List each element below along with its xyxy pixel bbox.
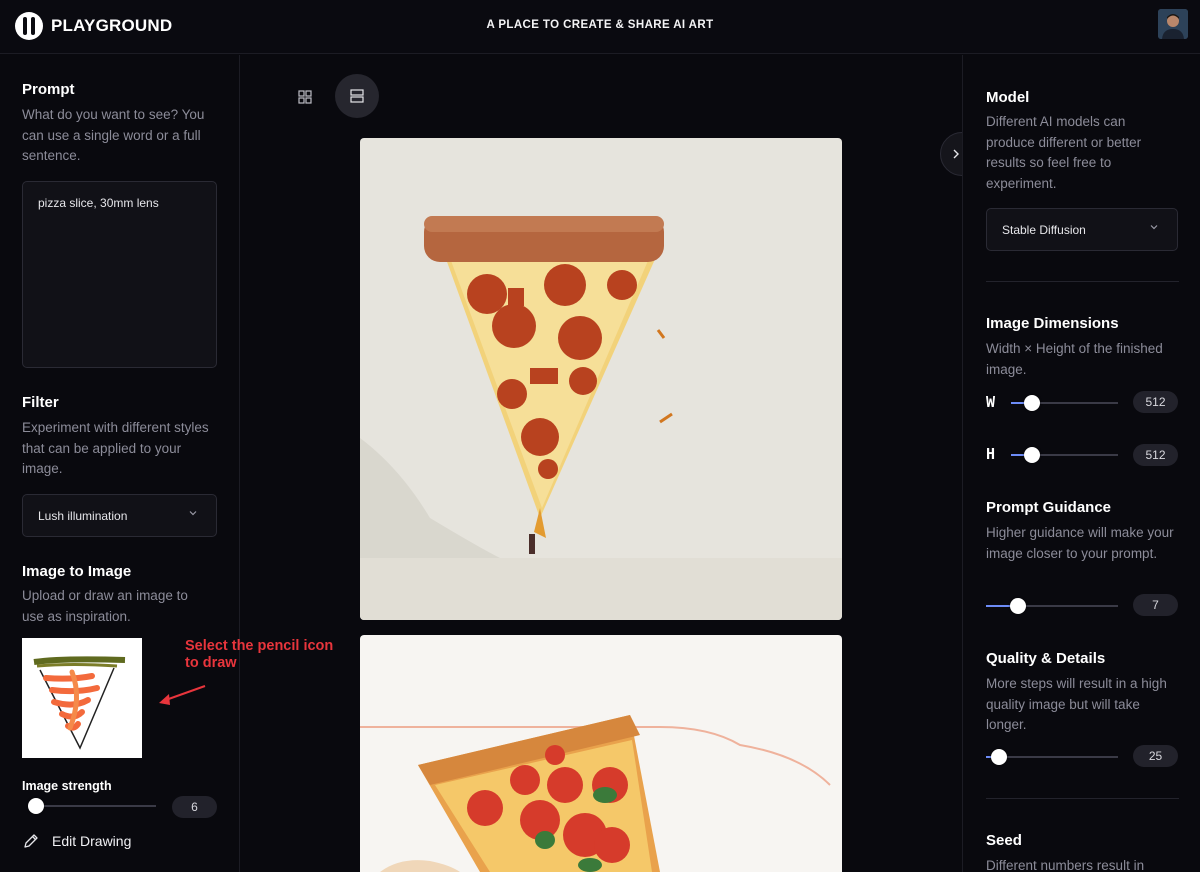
pizza-image-icon xyxy=(360,138,842,620)
prompt-title: Prompt xyxy=(22,81,75,98)
height-value[interactable]: 512 xyxy=(1133,444,1178,466)
quality-slider[interactable] xyxy=(986,749,1118,765)
edit-drawing-button[interactable]: Edit Drawing xyxy=(22,832,131,850)
right-settings-panel: Model Different AI models can produce di… xyxy=(962,55,1200,872)
generated-image-2[interactable] xyxy=(360,635,842,872)
model-title: Model xyxy=(986,89,1030,106)
pizza-sketch-icon xyxy=(33,656,126,750)
section-divider xyxy=(986,798,1179,799)
quality-description: More steps will result in a high quality… xyxy=(986,676,1167,732)
slider-handle[interactable] xyxy=(28,798,45,814)
quality-value[interactable]: 25 xyxy=(1133,745,1178,767)
drawing-thumbnail[interactable] xyxy=(22,638,142,758)
left-settings-panel: Prompt What do you want to see? You can … xyxy=(0,55,333,872)
image-strength-slider[interactable] xyxy=(28,798,156,814)
edit-drawing-label: Edit Drawing xyxy=(52,833,132,849)
filter-selected-value: Lush illumination xyxy=(38,509,128,523)
guidance-description: Higher guidance will make your image clo… xyxy=(986,525,1174,561)
filter-title: Filter xyxy=(22,394,59,411)
prompt-input[interactable]: pizza slice, 30mm lens xyxy=(22,181,217,368)
width-label: W xyxy=(986,393,996,411)
chevron-down-icon xyxy=(1150,225,1158,230)
avatar-icon xyxy=(1158,9,1188,39)
image-strength-label: Image strength xyxy=(22,779,112,793)
chevron-right-icon xyxy=(953,149,959,159)
width-slider[interactable] xyxy=(1011,395,1118,411)
seed-description: Different numbers result in xyxy=(986,858,1145,872)
image-to-image-title: Image to Image xyxy=(22,563,132,580)
prompt-description: What do you want to see? You can use a s… xyxy=(22,107,205,163)
height-slider[interactable] xyxy=(1011,447,1118,463)
top-bar: PLAYGROUND A PLACE TO CREATE & SHARE AI … xyxy=(0,0,1200,54)
annotation-arrow-icon xyxy=(159,685,206,705)
height-label: H xyxy=(986,445,996,463)
seed-title: Seed xyxy=(986,832,1022,849)
model-select[interactable]: Stable Diffusion xyxy=(986,208,1178,251)
slider-handle[interactable] xyxy=(1009,598,1026,614)
generated-image-1[interactable] xyxy=(360,138,842,620)
guidance-value[interactable]: 7 xyxy=(1133,594,1178,616)
image-to-image-description: Upload or draw an image to use as inspir… xyxy=(22,588,188,624)
model-selected-value: Stable Diffusion xyxy=(1002,223,1086,237)
slider-handle[interactable] xyxy=(1024,395,1041,411)
pizza-image-icon xyxy=(360,635,842,872)
guidance-title: Prompt Guidance xyxy=(986,499,1112,516)
tagline: A PLACE TO CREATE & SHARE AI ART xyxy=(486,19,714,31)
rows-icon xyxy=(350,89,364,103)
slider-handle[interactable] xyxy=(991,749,1008,765)
pencil-icon xyxy=(24,834,38,848)
filter-select[interactable]: Lush illumination xyxy=(22,494,217,537)
image-strength-value[interactable]: 6 xyxy=(172,796,217,818)
section-divider xyxy=(986,281,1179,282)
model-description: Different AI models can produce differen… xyxy=(986,114,1142,191)
dimensions-description: Width × Height of the finished image. xyxy=(986,341,1163,377)
draw-annotation: Select the pencil icon to draw xyxy=(185,638,334,671)
chevron-down-icon xyxy=(189,511,197,516)
grid-icon xyxy=(298,90,312,104)
grid-view-toggle[interactable] xyxy=(283,75,327,119)
list-view-toggle[interactable] xyxy=(335,74,379,118)
dimensions-title: Image Dimensions xyxy=(986,315,1119,332)
filter-description: Experiment with different styles that ca… xyxy=(22,420,209,476)
quality-title: Quality & Details xyxy=(986,650,1106,667)
width-value[interactable]: 512 xyxy=(1133,391,1178,413)
user-avatar[interactable] xyxy=(1158,9,1188,39)
guidance-slider[interactable] xyxy=(986,598,1118,614)
slider-handle[interactable] xyxy=(1024,447,1041,463)
